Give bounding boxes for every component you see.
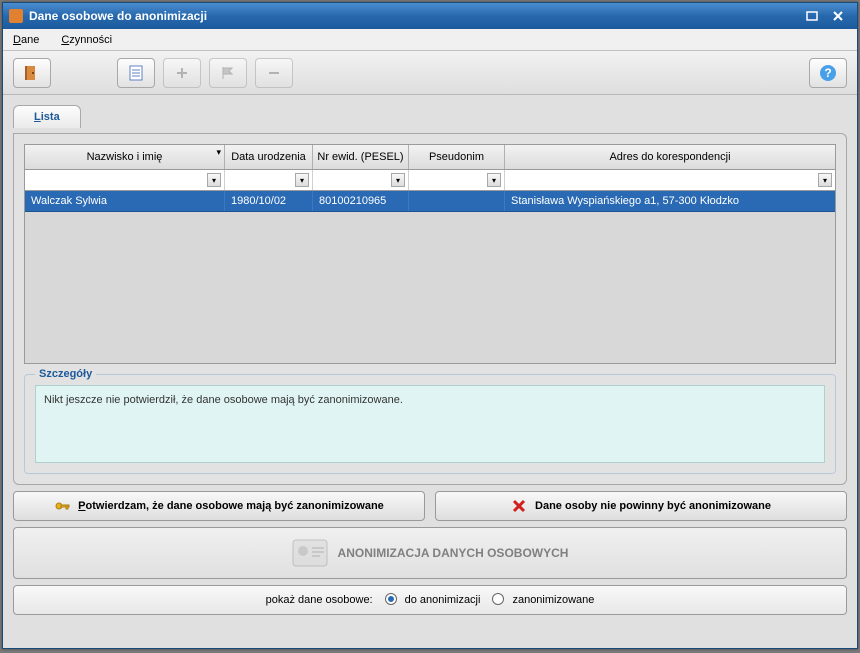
tabpanel-lista: Nazwisko i imię ▾ Data urodzenia Nr ewid…: [13, 133, 847, 485]
col-header-name[interactable]: Nazwisko i imię ▾: [25, 145, 225, 169]
confirm-buttons-row: Potwierdzam, że dane osobowe mają być za…: [13, 491, 847, 521]
app-icon: [9, 9, 23, 23]
sort-indicator-icon: ▾: [216, 147, 221, 158]
add-button[interactable]: [163, 58, 201, 88]
filter-alias: ▾: [409, 170, 505, 190]
anonymize-panel-label: ANONIMIZACJA DANYCH OSOBOWYCH: [338, 546, 569, 560]
radio-opt2[interactable]: [492, 593, 504, 605]
table-row[interactable]: Walczak Sylwia 1980/10/02 80100210965 St…: [25, 191, 835, 212]
confirm-button[interactable]: Potwierdzam, że dane osobowe mają być za…: [13, 491, 425, 521]
x-icon: [511, 498, 527, 514]
menu-dane[interactable]: Dane: [9, 32, 43, 48]
filter-birth-dropdown[interactable]: ▾: [295, 173, 309, 187]
tabstrip: Lista: [13, 101, 847, 127]
radio-opt2-label: zanonimizowane: [512, 594, 594, 606]
cell-birth: 1980/10/02: [225, 191, 313, 211]
filter-name: ▾: [25, 170, 225, 190]
exit-button[interactable]: [13, 58, 51, 88]
radio-opt1[interactable]: [385, 593, 397, 605]
grid-body: Walczak Sylwia 1980/10/02 80100210965 St…: [25, 191, 835, 363]
filter-name-input[interactable]: [27, 172, 222, 188]
help-button[interactable]: ?: [809, 58, 847, 88]
col-header-addr[interactable]: Adres do korespondencji: [505, 145, 835, 169]
grid-header: Nazwisko i imię ▾ Data urodzenia Nr ewid…: [25, 145, 835, 170]
col-header-birth[interactable]: Data urodzenia: [225, 145, 313, 169]
close-button[interactable]: [825, 7, 851, 25]
close-icon: [832, 10, 844, 22]
radio-label: pokaż dane osobowe:: [266, 594, 373, 606]
help-icon: ?: [819, 64, 837, 82]
cell-pesel: 80100210965: [313, 191, 409, 211]
content-area: Lista Nazwisko i imię ▾ Data urodzenia N…: [3, 95, 857, 648]
anonymize-panel: ANONIMIZACJA DANYCH OSOBOWYCH: [13, 527, 847, 579]
titlebar: Dane osobowe do anonimizacji: [3, 3, 857, 29]
page-icon: [128, 64, 144, 82]
deny-button-label: Dane osoby nie powinny być anonimizowane: [535, 500, 771, 512]
refresh-button[interactable]: [117, 58, 155, 88]
tab-lista[interactable]: Lista: [13, 105, 81, 128]
col-header-alias[interactable]: Pseudonim: [409, 145, 505, 169]
radio-opt1-label: do anonimizacji: [405, 594, 481, 606]
edit-button[interactable]: [209, 58, 247, 88]
details-group: Szczegóły Nikt jeszcze nie potwierdził, …: [24, 374, 836, 474]
menubar: Dane Czynności: [3, 29, 857, 51]
data-grid: Nazwisko i imię ▾ Data urodzenia Nr ewid…: [24, 144, 836, 364]
radio-panel: pokaż dane osobowe: do anonimizacji zano…: [13, 585, 847, 615]
cell-addr: Stanisława Wyspiańskiego a1, 57-300 Kłod…: [505, 191, 835, 211]
maximize-icon: [806, 11, 818, 21]
deny-button[interactable]: Dane osoby nie powinny być anonimizowane: [435, 491, 847, 521]
maximize-button[interactable]: [799, 7, 825, 25]
grid-filter-row: ▾ ▾ ▾ ▾ ▾: [25, 170, 835, 191]
plus-icon: [175, 66, 189, 80]
filter-addr: ▾: [505, 170, 835, 190]
menu-czynnosci[interactable]: Czynności: [57, 32, 116, 48]
app-window: Dane osobowe do anonimizacji Dane Czynno…: [2, 2, 858, 649]
key-icon: [54, 498, 70, 514]
filter-birth: ▾: [225, 170, 313, 190]
door-icon: [23, 64, 41, 82]
filter-pesel-dropdown[interactable]: ▾: [391, 173, 405, 187]
filter-name-dropdown[interactable]: ▾: [207, 173, 221, 187]
filter-addr-input[interactable]: [507, 172, 833, 188]
cell-name: Walczak Sylwia: [25, 191, 225, 211]
confirm-button-label: Potwierdzam, że dane osobowe mają być za…: [78, 500, 384, 512]
filter-pesel: ▾: [313, 170, 409, 190]
filter-alias-dropdown[interactable]: ▾: [487, 173, 501, 187]
remove-button[interactable]: [255, 58, 293, 88]
minus-icon: [267, 66, 281, 80]
col-header-pesel[interactable]: Nr ewid. (PESEL): [313, 145, 409, 169]
id-card-icon: [292, 539, 328, 567]
svg-text:?: ?: [824, 66, 831, 80]
toolbar: ?: [3, 51, 857, 95]
flag-icon: [220, 65, 236, 81]
details-text: Nikt jeszcze nie potwierdził, że dane os…: [35, 385, 825, 463]
cell-alias: [409, 191, 505, 211]
details-legend: Szczegóły: [35, 368, 96, 380]
window-title: Dane osobowe do anonimizacji: [29, 9, 799, 23]
filter-addr-dropdown[interactable]: ▾: [818, 173, 832, 187]
